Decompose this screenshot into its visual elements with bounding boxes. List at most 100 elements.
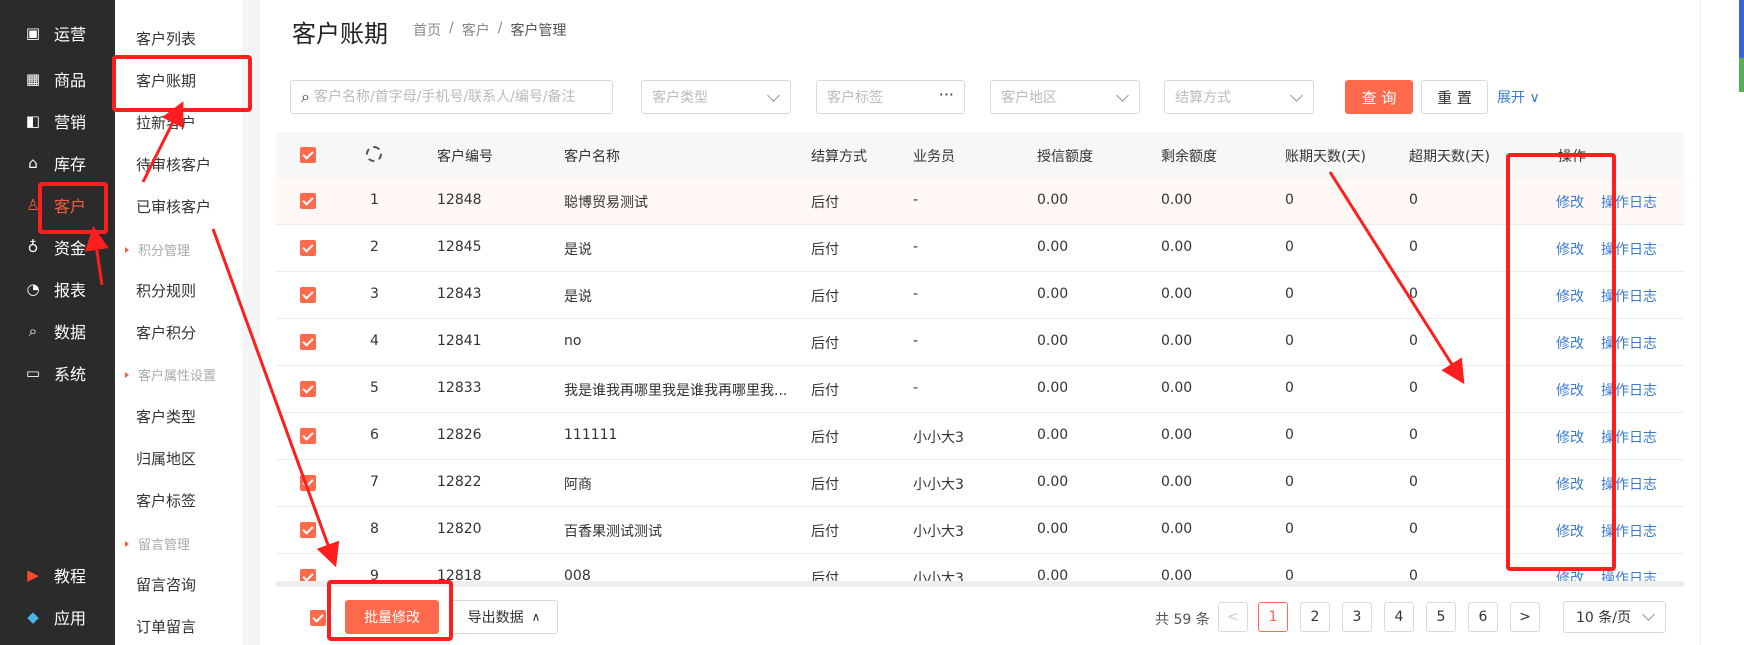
table-row[interactable]: 3 12843 是说 后付 - 0.00 0.00 0 0 修改 操作日志 [276,272,1684,319]
row-checkbox[interactable] [300,334,316,350]
submenu-item-customer-tags[interactable]: 客户标签 [136,490,196,511]
table-row[interactable]: 5 12833 我是谁我再哪里我是谁我再哪里我... 后付 - 0.00 0.00 0 0 修改操… [276,366,1684,413]
edit-link[interactable]: 修改 [1556,192,1584,212]
breadcrumb-home[interactable]: 首页 [413,20,441,40]
submenu-item-customer-credit-period[interactable]: 客户账期 [136,70,196,91]
submenu-item-region[interactable]: 归属地区 [136,448,196,469]
batch-edit-button[interactable]: 批量修改 [345,600,439,634]
export-data-button[interactable]: 导出数据 ∧ [450,600,558,634]
nav-item-inventory[interactable]: ⌂ 库存 [24,148,86,178]
query-button[interactable]: 查 询 [1345,80,1413,114]
triangle-icon [125,371,129,378]
page-size-select[interactable]: 10 条/页 [1563,601,1666,633]
chevron-down-icon [1290,89,1303,102]
nav-item-data[interactable]: ⌕ 数据 [24,316,86,346]
table-row[interactable]: 6 12826 111111 后付 小小大3 0.00 0.00 0 0 修改 操作日志 [276,413,1684,460]
table-row[interactable]: 4 12841 no 后付 - 0.00 0.00 0 0 修改 操作日志 [276,319,1684,366]
table-row[interactable]: 2 12845 是说 后付 - 0.00 0.00 0 0 修改 操作日志 [276,225,1684,272]
edit-link[interactable]: 修改 [1556,474,1584,494]
submenu-item-pending-review[interactable]: 待审核客户 [136,154,211,175]
monitor-chart-icon: ▣ [25,24,41,42]
operation-log-link[interactable]: 操作日志 [1601,380,1657,400]
cell-credit-limit: 0.00 [1037,333,1069,349]
edit-link[interactable]: 修改 [1556,380,1584,400]
nav-label: 系统 [54,365,87,384]
submenu-group-attributes[interactable]: 客户属性设置 [125,365,216,384]
cell-remaining: 0.00 [1161,474,1193,490]
customer-type-select[interactable]: 客户类型 [641,80,791,114]
nav-item-marketing[interactable]: ◧ 营销 [24,106,86,136]
prev-page-button[interactable]: < [1218,602,1248,632]
operation-log-link[interactable]: 操作日志 [1601,521,1657,541]
page-3-button[interactable]: 3 [1342,602,1372,632]
row-checkbox[interactable] [300,240,316,256]
submenu-item-points-rules[interactable]: 积分规则 [136,280,196,301]
row-checkbox[interactable] [300,287,316,303]
operation-log-link[interactable]: 操作日志 [1601,239,1657,259]
operation-log-link[interactable]: 操作日志 [1601,192,1657,212]
page-1-button[interactable]: 1 [1258,602,1288,632]
table-row[interactable]: 8 12820 百香果测试测试 后付 小小大3 0.00 0.00 0 0 修改 操作日志 [276,507,1684,554]
nav-item-goods[interactable]: ▦ 商品 [24,64,86,94]
table-row[interactable]: 9 12818 008 后付 小小大3 0.00 0.00 0 0 修改 操作日志 [276,554,1684,584]
cell-code: 12845 [437,239,482,255]
table-row[interactable]: 7 12822 阿商 后付 小小大3 0.00 0.00 0 0 修改 操作日志 [276,460,1684,507]
select-all-checkbox[interactable] [300,147,316,163]
search-icon: ⌕ [301,87,310,106]
submenu-item-order-messages[interactable]: 订单留言 [136,616,196,637]
submenu-item-customer-type[interactable]: 客户类型 [136,406,196,427]
submenu-item-customer-list[interactable]: 客户列表 [136,28,196,49]
nav-label: 商品 [54,71,87,90]
submenu-item-reviewed[interactable]: 已审核客户 [136,196,211,217]
submenu-group-points[interactable]: 积分管理 [125,240,190,259]
cell-credit-days: 0 [1285,192,1294,208]
customer-submenu: 客户列表 客户账期 拉新客户 待审核客户 已审核客户 积分管理 积分规则 客户积… [115,0,242,645]
table-row[interactable]: 1 12848 聪博贸易测试 后付 - 0.00 0.00 0 0 修改 操作日志 [276,178,1684,225]
cell-remaining: 0.00 [1161,239,1193,255]
page-2-button[interactable]: 2 [1300,602,1330,632]
row-checkbox[interactable] [300,381,316,397]
edit-link[interactable]: 修改 [1556,427,1584,447]
page-4-button[interactable]: 4 [1384,602,1414,632]
expand-toggle[interactable]: 展开 ∨ [1497,87,1540,107]
row-checkbox[interactable] [300,522,316,538]
edit-link[interactable]: 修改 [1556,286,1584,306]
nav-item-customer[interactable]: ♙ 客户 [24,190,86,220]
footer-select-all-checkbox[interactable] [310,610,326,626]
breadcrumb-customer[interactable]: 客户 [462,20,490,40]
edit-link[interactable]: 修改 [1556,521,1584,541]
row-checkbox[interactable] [300,193,316,209]
submenu-item-new-customers[interactable]: 拉新客户 [136,112,196,133]
nav-item-tutorial[interactable]: ▶ 教程 [24,560,86,590]
search-input[interactable] [313,89,612,105]
horizontal-scrollbar[interactable] [276,581,1684,587]
operation-log-link[interactable]: 操作日志 [1601,474,1657,494]
customer-region-select[interactable]: 客户地区 [990,80,1140,114]
gear-icon[interactable] [366,146,382,162]
nav-item-apps[interactable]: ◆ 应用 [24,602,86,632]
edit-link[interactable]: 修改 [1556,239,1584,259]
total-count: 共 59 条 [1155,612,1210,628]
nav-item-system[interactable]: ▭ 系统 [24,358,86,388]
submenu-group-messages[interactable]: 留言管理 [125,534,190,553]
settlement-select[interactable]: 结算方式 [1164,80,1314,114]
cell-credit-days: 0 [1285,427,1294,443]
next-page-button[interactable]: > [1510,602,1540,632]
reset-button[interactable]: 重 置 [1421,80,1488,114]
page-6-button[interactable]: 6 [1468,602,1498,632]
customer-tag-select[interactable]: 客户标签 ··· [816,80,965,114]
search-field: ⌕ [290,80,613,114]
edit-link[interactable]: 修改 [1556,333,1584,353]
operation-log-link[interactable]: 操作日志 [1601,427,1657,447]
nav-item-reports[interactable]: ◔ 报表 [24,274,86,304]
row-checkbox[interactable] [300,428,316,444]
cell-credit-limit: 0.00 [1037,427,1069,443]
submenu-item-customer-points[interactable]: 客户积分 [136,322,196,343]
row-checkbox[interactable] [300,475,316,491]
operation-log-link[interactable]: 操作日志 [1601,333,1657,353]
nav-item-operations[interactable]: ▣ 运营 [24,18,86,48]
nav-item-funds[interactable]: ♁ 资金 [24,232,87,262]
operation-log-link[interactable]: 操作日志 [1601,286,1657,306]
submenu-item-inquiries[interactable]: 留言咨询 [136,574,196,595]
page-5-button[interactable]: 5 [1426,602,1456,632]
